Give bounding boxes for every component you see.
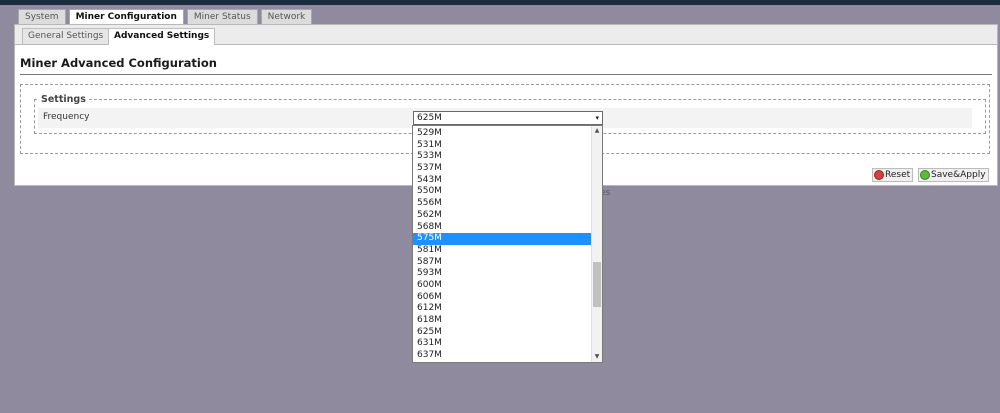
dropdown-option[interactable]: 529M	[413, 128, 591, 140]
dropdown-scrollbar[interactable]: ▲ ▼	[591, 126, 602, 362]
dropdown-option[interactable]: 550M	[413, 186, 591, 198]
dropdown-option[interactable]: 575M	[413, 233, 591, 245]
dropdown-option[interactable]: 543M	[413, 175, 591, 187]
sub-tabs: General Settings Advanced Settings	[15, 25, 997, 45]
reset-button-label: Reset	[885, 170, 911, 180]
chevron-down-icon: ▾	[595, 114, 599, 122]
frequency-label: Frequency	[43, 112, 90, 122]
top-bar	[0, 0, 1000, 5]
dropdown-option[interactable]: 625M	[413, 327, 591, 339]
tab-advanced-settings[interactable]: Advanced Settings	[108, 28, 216, 45]
dropdown-option[interactable]: 637M	[413, 350, 591, 362]
dropdown-option[interactable]: 612M	[413, 303, 591, 315]
save-apply-button-label: Save&Apply	[931, 170, 986, 180]
frequency-dropdown-list[interactable]: 529M 531M 533M 537M 543M 550M 556M 562M 568M 575M…	[412, 125, 603, 363]
page-title: Miner Advanced Configuration	[20, 56, 217, 70]
dropdown-options: 529M 531M 533M 537M 543M 550M 556M 562M 568M 575M…	[413, 128, 591, 362]
dropdown-option[interactable]: 618M	[413, 315, 591, 327]
settings-legend: Settings	[39, 94, 88, 105]
dropdown-option[interactable]: 600M	[413, 280, 591, 292]
save-apply-button[interactable]: Save&Apply	[918, 168, 989, 182]
dropdown-option[interactable]: 593M	[413, 268, 591, 280]
frequency-select[interactable]: 625M ▾	[413, 111, 603, 125]
dropdown-option[interactable]: 587M	[413, 257, 591, 269]
dropdown-option[interactable]: 606M	[413, 292, 591, 304]
tab-general-settings[interactable]: General Settings	[22, 28, 110, 44]
frequency-selected-value: 625M	[417, 113, 442, 123]
title-divider	[20, 74, 992, 75]
dropdown-option[interactable]: 533M	[413, 151, 591, 163]
dropdown-option[interactable]: 537M	[413, 163, 591, 175]
tab-miner-configuration[interactable]: Miner Configuration	[68, 9, 184, 25]
scrollbar-thumb[interactable]	[593, 262, 601, 307]
dropdown-option[interactable]: 562M	[413, 210, 591, 222]
scroll-down-icon[interactable]: ▼	[592, 352, 602, 362]
dropdown-option[interactable]: 568M	[413, 222, 591, 234]
reset-icon	[874, 170, 884, 180]
dropdown-option[interactable]: 581M	[413, 245, 591, 257]
reset-button[interactable]: Reset	[872, 168, 914, 182]
dropdown-option[interactable]: 556M	[413, 198, 591, 210]
tab-miner-status[interactable]: Miner Status	[186, 9, 258, 24]
dropdown-option[interactable]: 531M	[413, 140, 591, 152]
scroll-up-icon[interactable]: ▲	[592, 126, 602, 136]
tab-network[interactable]: Network	[260, 9, 313, 24]
tab-system[interactable]: System	[18, 9, 66, 24]
main-tabs: System Miner Configuration Miner Status …	[18, 9, 313, 25]
apply-icon	[920, 170, 930, 180]
dropdown-option[interactable]: 631M	[413, 338, 591, 350]
